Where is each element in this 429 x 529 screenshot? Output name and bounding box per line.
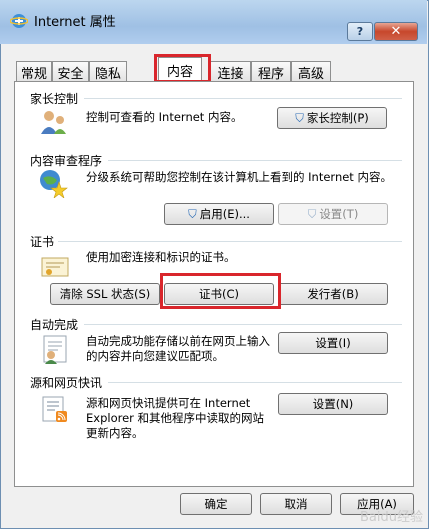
- publishers-button[interactable]: 发行者(B): [278, 283, 388, 305]
- ok-button[interactable]: 确定: [180, 493, 252, 515]
- shield-icon: ⛉: [295, 110, 304, 125]
- content-advisor-settings-button[interactable]: ⛉ 设置(T): [278, 203, 388, 225]
- window-title: Internet 属性: [34, 15, 116, 30]
- content-tab-highlight: [154, 54, 211, 83]
- tab-general[interactable]: 常规: [16, 61, 52, 82]
- clear-ssl-state-button[interactable]: 清除 SSL 状态(S): [50, 283, 160, 305]
- certificates-button-highlight: [160, 273, 281, 309]
- tab-privacy[interactable]: 隐私: [89, 61, 127, 82]
- autocomplete-description: 自动完成功能存储以前在网页上输入的内容并向您建议匹配项。: [86, 334, 270, 363]
- internet-explorer-icon: [10, 14, 28, 28]
- divider: [84, 324, 402, 325]
- close-button[interactable]: ✕: [374, 22, 418, 41]
- certificates-description: 使用加密连接和标识的证书。: [86, 250, 236, 264]
- question-mark-icon: ?: [356, 25, 364, 38]
- help-button[interactable]: ?: [347, 22, 373, 41]
- certificate-icon: [41, 257, 69, 277]
- content-advisor-title: 内容审查程序: [30, 154, 103, 168]
- parental-controls-description: 控制可查看的 Internet 内容。: [86, 110, 243, 124]
- feeds-settings-button[interactable]: 设置(N): [278, 393, 388, 415]
- content-advisor-description: 分级系统可帮助您控制在该计算机上看到的 Internet 内容。: [86, 170, 392, 184]
- globe-star-icon: [40, 170, 68, 198]
- divider: [108, 160, 402, 161]
- tab-programs[interactable]: 程序: [251, 61, 291, 82]
- cancel-button[interactable]: 取消: [260, 493, 332, 515]
- feeds-icon: [42, 396, 67, 422]
- autocomplete-settings-button[interactable]: 设置(I): [278, 332, 388, 354]
- autocomplete-title: 自动完成: [30, 318, 79, 332]
- close-icon: ✕: [390, 24, 402, 39]
- parental-controls-button[interactable]: ⛉ 家长控制(P): [277, 107, 387, 129]
- divider: [84, 98, 402, 99]
- tab-advanced[interactable]: 高级: [291, 61, 331, 82]
- baidu-watermark: Baidu经验: [360, 510, 423, 525]
- shield-icon: ⛉: [307, 206, 317, 221]
- feeds-description: 源和网页快讯提供可在 Internet Explorer 和其他程序中读取的网站…: [86, 396, 265, 440]
- autocomplete-icon: [43, 335, 67, 364]
- tab-security[interactable]: 安全: [52, 61, 89, 82]
- feeds-title: 源和网页快讯: [30, 376, 103, 390]
- tab-connections[interactable]: 连接: [210, 61, 251, 82]
- divider: [58, 241, 402, 242]
- divider: [108, 382, 402, 383]
- enable-button[interactable]: ⛉ 启用(E)...: [164, 203, 274, 225]
- certificates-title: 证书: [30, 235, 55, 249]
- shield-icon: ⛉: [188, 206, 197, 221]
- parental-controls-title: 家长控制: [30, 92, 79, 106]
- parental-controls-icon: [41, 111, 66, 134]
